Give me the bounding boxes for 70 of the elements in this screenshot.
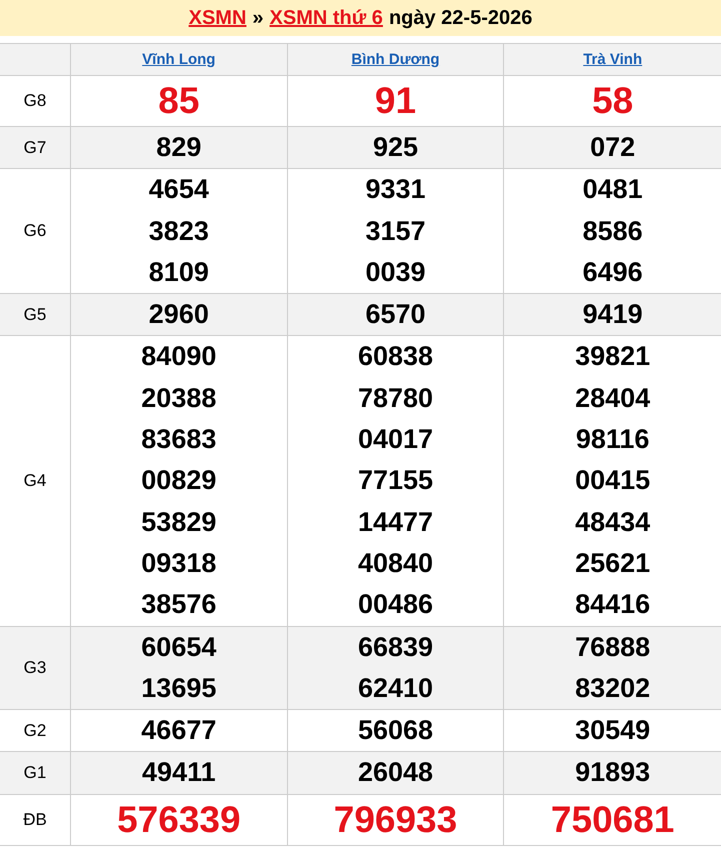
result-number: 2960 <box>148 298 209 332</box>
result-number: 0481 <box>582 173 643 206</box>
province-link[interactable]: Vĩnh Long <box>142 51 216 68</box>
result-number: 829 <box>156 131 202 164</box>
result-number: 04017 <box>358 423 434 456</box>
result-number: 58 <box>592 79 634 123</box>
prize-label: G2 <box>24 720 46 741</box>
result-number: 56068 <box>358 714 434 748</box>
province-link[interactable]: Bình Dương <box>351 51 440 68</box>
result-number: 072 <box>590 131 636 164</box>
result-number: 48434 <box>575 506 650 539</box>
result-number: 9419 <box>582 298 643 332</box>
result-number: 8109 <box>148 256 209 289</box>
result-number: 796933 <box>334 798 458 842</box>
prize-label: G5 <box>24 304 46 325</box>
result-number: 77155 <box>358 464 434 498</box>
result-number: 76888 <box>575 630 650 664</box>
prize-label: G7 <box>24 138 46 158</box>
result-number: 28404 <box>575 382 650 415</box>
prize-label: G6 <box>24 221 46 242</box>
title-text: » <box>252 6 264 30</box>
result-number: 20388 <box>141 382 216 415</box>
result-number: 91 <box>374 79 416 123</box>
result-number: 60838 <box>358 340 434 374</box>
result-number: 26048 <box>358 756 434 790</box>
result-number: 46677 <box>141 714 216 748</box>
result-number: 25621 <box>575 546 650 580</box>
title-text: ngày 22-5-2026 <box>388 6 532 30</box>
result-number: 53829 <box>141 506 216 539</box>
result-number: 6496 <box>582 256 643 289</box>
result-number: 8586 <box>582 214 643 248</box>
result-number: 9331 <box>365 173 426 206</box>
prize-label: G8 <box>24 91 46 111</box>
result-number: 4654 <box>148 173 209 206</box>
result-number: 0039 <box>365 256 426 289</box>
result-number: 49411 <box>142 756 216 790</box>
result-number: 576339 <box>117 798 241 842</box>
result-number: 3823 <box>148 214 209 248</box>
result-number: 66839 <box>358 630 434 664</box>
result-number: 00415 <box>575 464 650 498</box>
title-link[interactable]: XSMN <box>188 6 246 30</box>
result-number: 30549 <box>575 714 650 748</box>
result-number: 14477 <box>358 506 434 539</box>
result-number: 83683 <box>141 423 216 456</box>
result-number: 6570 <box>365 298 426 332</box>
result-number: 98116 <box>576 423 650 456</box>
result-number: 750681 <box>550 798 674 842</box>
result-number: 39821 <box>575 340 650 374</box>
result-number: 84090 <box>141 340 216 374</box>
prize-label: G1 <box>24 763 46 784</box>
result-number: 13695 <box>141 672 216 705</box>
result-number: 38576 <box>141 588 216 622</box>
title-link[interactable]: XSMN thứ 6 <box>270 6 383 30</box>
result-number: 40840 <box>358 546 434 580</box>
result-number: 925 <box>372 131 418 164</box>
result-number: 78780 <box>358 382 434 415</box>
result-number: 60654 <box>141 630 216 664</box>
result-number: 83202 <box>575 672 650 705</box>
result-number: 00829 <box>141 464 216 498</box>
result-number: 84416 <box>575 588 650 622</box>
result-number: 62410 <box>358 672 434 705</box>
result-number: 3157 <box>365 214 426 248</box>
result-number: 09318 <box>141 546 216 580</box>
prize-label: G3 <box>24 658 46 678</box>
result-number: 91893 <box>575 756 650 790</box>
prize-label: G4 <box>24 471 46 492</box>
result-number: 00486 <box>358 588 434 622</box>
prize-label: ĐB <box>23 810 47 830</box>
result-number: 85 <box>158 79 200 123</box>
province-link[interactable]: Trà Vinh <box>583 51 642 68</box>
